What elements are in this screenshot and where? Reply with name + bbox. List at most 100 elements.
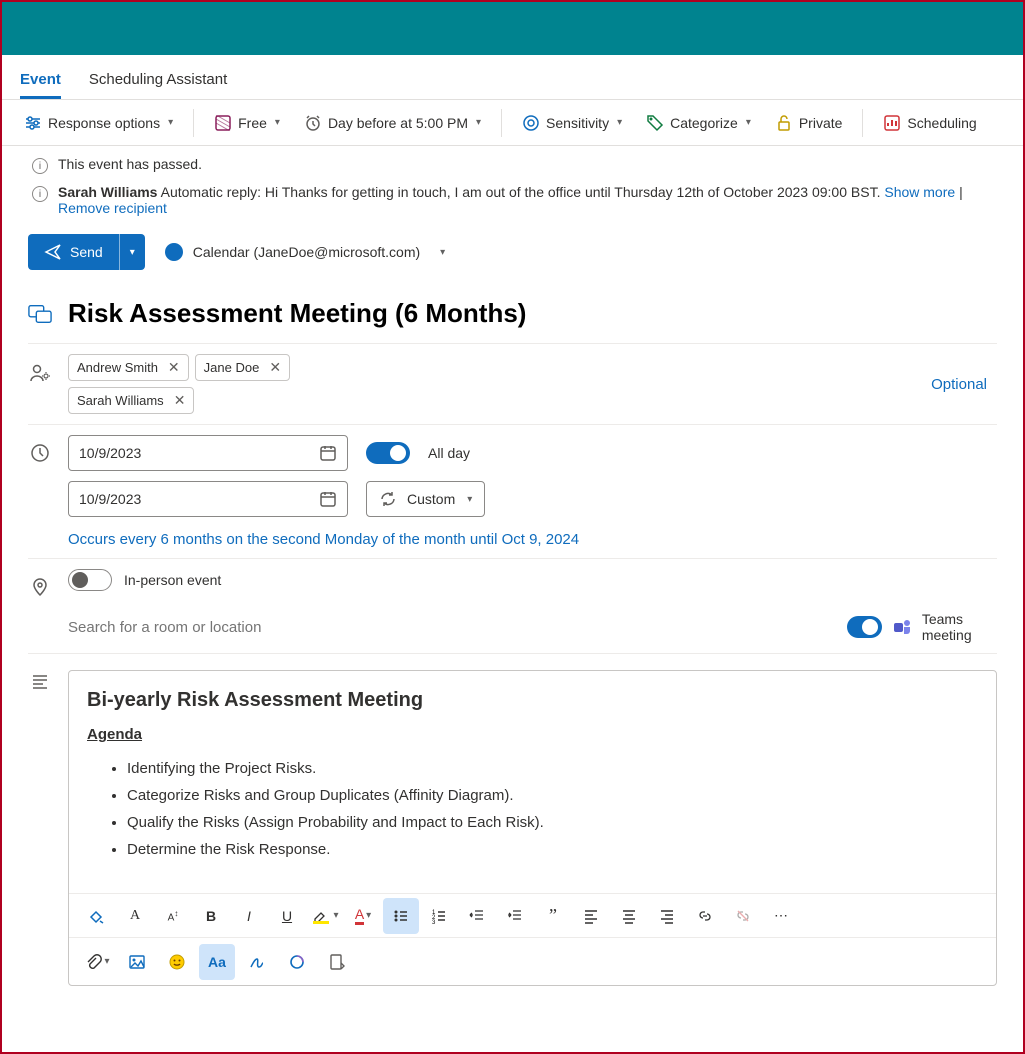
event-passed-banner: i This event has passed. <box>2 146 1023 184</box>
scheduling-poll-button[interactable]: Scheduling <box>873 108 986 138</box>
chevron-down-icon: ▾ <box>440 247 445 258</box>
attendees-body[interactable]: Andrew Smith✕Jane Doe✕ Sarah Williams✕ <box>68 354 915 414</box>
location-search-input[interactable] <box>68 613 847 642</box>
remove-attendee-icon[interactable]: ✕ <box>269 359 281 376</box>
sensitivity-icon <box>522 114 540 132</box>
insert-signature-button[interactable] <box>239 944 275 980</box>
underline-button[interactable]: U <box>269 898 305 934</box>
send-row: Send ▾ Calendar (JaneDoe@microsoft.com) … <box>2 226 1023 284</box>
divider <box>501 109 502 137</box>
font-size-button[interactable]: A↕ <box>155 898 191 934</box>
remove-attendee-icon[interactable]: ✕ <box>168 359 180 376</box>
link-separator: | <box>959 184 963 200</box>
numbered-list-button[interactable]: 123 <box>421 898 457 934</box>
show-formatting-button[interactable]: Aa <box>199 944 235 980</box>
teams-meeting-label: Teams meeting <box>922 611 997 643</box>
attendee-chip[interactable]: Andrew Smith✕ <box>68 354 189 381</box>
send-split-button[interactable]: ▾ <box>119 234 145 270</box>
remove-recipient-link[interactable]: Remove recipient <box>58 200 167 216</box>
chevron-down-icon: ▾ <box>746 117 751 128</box>
chevron-down-icon: ▾ <box>476 117 481 128</box>
agenda-item: Determine the Risk Response. <box>127 836 978 863</box>
description-heading: Bi-yearly Risk Assessment Meeting <box>87 689 978 712</box>
categorize-button[interactable]: Categorize ▾ <box>636 108 761 138</box>
send-button[interactable]: Send ▾ <box>28 234 145 270</box>
show-as-button[interactable]: Free ▾ <box>204 108 290 138</box>
align-right-button[interactable] <box>649 898 685 934</box>
divider <box>862 109 863 137</box>
tab-event[interactable]: Event <box>20 65 61 99</box>
in-person-toggle[interactable] <box>68 569 112 591</box>
format-toolbar: A A↕ B I U ▾ A▾ 123 ” <box>69 893 996 937</box>
font-color-button[interactable]: A▾ <box>345 898 381 934</box>
poll-icon <box>883 114 901 132</box>
attach-file-button[interactable]: ▾ <box>79 944 115 980</box>
start-date-value: 10/9/2023 <box>79 445 141 461</box>
attendee-chip[interactable]: Sarah Williams✕ <box>68 387 194 414</box>
agenda-item: Identifying the Project Risks. <box>127 755 978 782</box>
svg-text:3: 3 <box>432 920 436 925</box>
tag-icon <box>646 114 664 132</box>
align-center-button[interactable] <box>611 898 647 934</box>
bullet-list-button[interactable] <box>383 898 419 934</box>
in-person-label: In-person event <box>124 572 221 588</box>
tabs: Event Scheduling Assistant <box>2 55 1023 100</box>
remove-attendee-icon[interactable]: ✕ <box>174 392 186 409</box>
chevron-down-icon: ▾ <box>366 910 371 921</box>
agenda-heading: Agenda <box>87 726 978 743</box>
lock-open-icon <box>775 114 793 132</box>
editor-button[interactable] <box>319 944 355 980</box>
decrease-indent-button[interactable] <box>459 898 495 934</box>
info-icon: i <box>32 158 48 174</box>
attendees-row: Andrew Smith✕Jane Doe✕ Sarah Williams✕ O… <box>28 343 997 424</box>
private-label: Private <box>799 115 843 131</box>
bold-button[interactable]: B <box>193 898 229 934</box>
private-button[interactable]: Private <box>765 108 853 138</box>
font-button[interactable]: A <box>117 898 153 934</box>
insert-loop-button[interactable] <box>279 944 315 980</box>
sliders-icon <box>24 114 42 132</box>
align-left-button[interactable] <box>573 898 609 934</box>
event-passed-text: This event has passed. <box>58 156 202 172</box>
attendee-chip[interactable]: Jane Doe✕ <box>195 354 290 381</box>
more-format-button[interactable]: ⋯ <box>763 898 799 934</box>
chevron-down-icon: ▾ <box>467 494 472 505</box>
response-options-button[interactable]: Response options ▾ <box>14 108 183 138</box>
quote-button[interactable]: ” <box>535 898 571 934</box>
calendar-label: Calendar (JaneDoe@microsoft.com) <box>193 244 420 260</box>
italic-button[interactable]: I <box>231 898 267 934</box>
required-attendees: Andrew Smith✕Jane Doe✕ <box>68 354 915 381</box>
recurrence-summary-link[interactable]: Occurs every 6 months on the second Mond… <box>68 527 997 548</box>
recurrence-icon <box>379 490 397 508</box>
chevron-down-icon: ▾ <box>275 117 280 128</box>
sensitivity-button[interactable]: Sensitivity ▾ <box>512 108 632 138</box>
recurrence-button[interactable]: Custom ▾ <box>366 481 485 517</box>
format-painter-button[interactable] <box>79 898 115 934</box>
insert-emoji-button[interactable] <box>159 944 195 980</box>
optional-link[interactable]: Optional <box>931 376 997 393</box>
calendar-selector[interactable]: Calendar (JaneDoe@microsoft.com) ▾ <box>165 243 445 261</box>
tab-scheduling-assistant[interactable]: Scheduling Assistant <box>89 65 227 99</box>
show-more-link[interactable]: Show more <box>884 184 955 200</box>
event-title-input[interactable] <box>68 294 997 333</box>
reminder-button[interactable]: Day before at 5:00 PM ▾ <box>294 108 491 138</box>
optional-attendees: Sarah Williams✕ <box>68 387 915 414</box>
end-date-input[interactable]: 10/9/2023 <box>68 481 348 517</box>
teams-meeting-toggle[interactable] <box>847 616 882 638</box>
description-editor[interactable]: Bi-yearly Risk Assessment Meeting Agenda… <box>69 671 996 893</box>
start-date-input[interactable]: 10/9/2023 <box>68 435 348 471</box>
increase-indent-button[interactable] <box>497 898 533 934</box>
action-toolbar: ▾ Aa <box>69 937 996 985</box>
all-day-toggle[interactable] <box>366 442 410 464</box>
people-icon <box>28 354 52 384</box>
auto-reply-banner: i Sarah Williams Automatic reply: Hi Tha… <box>2 184 1023 226</box>
location-row: Teams meeting <box>28 607 997 653</box>
auto-reply-content: Sarah Williams Automatic reply: Hi Thank… <box>58 184 993 216</box>
insert-picture-button[interactable] <box>119 944 155 980</box>
date-row: 10/9/2023 All day 10/9/2023 <box>28 424 997 558</box>
insert-link-button[interactable] <box>687 898 723 934</box>
chevron-down-icon: ▾ <box>168 117 173 128</box>
divider <box>193 109 194 137</box>
highlight-button[interactable]: ▾ <box>307 898 343 934</box>
auto-reply-name: Sarah Williams <box>58 184 157 200</box>
